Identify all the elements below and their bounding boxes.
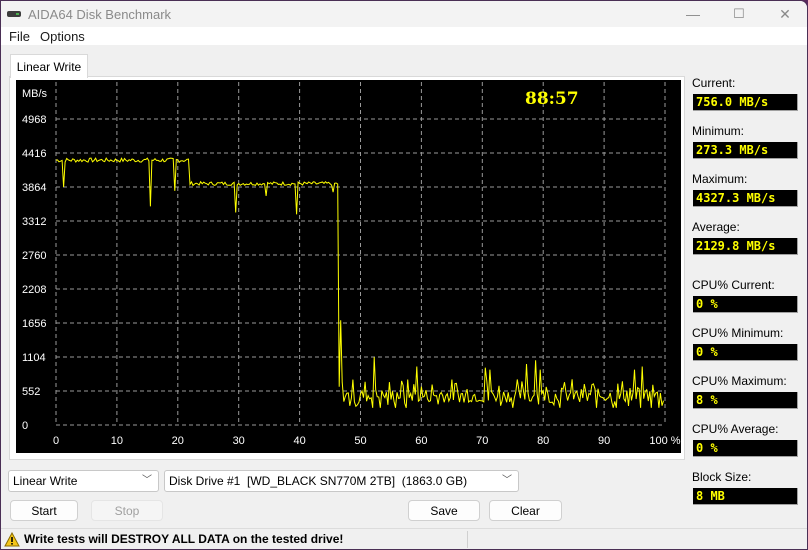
y-tick-label: 3864 — [22, 182, 46, 194]
x-tick-label: 90 — [598, 435, 610, 447]
save-button[interactable]: Save — [408, 500, 480, 521]
maximum-value: 4327.3 MB/s — [693, 190, 798, 207]
y-tick-label: 552 — [22, 386, 40, 398]
cpu-minimum-value: 0 % — [693, 344, 798, 361]
cpu-current-value: 0 % — [693, 296, 798, 313]
x-tick-label: 100 % — [649, 435, 680, 447]
chevron-down-icon: ﹀ — [502, 475, 512, 486]
x-tick-label: 0 — [53, 435, 59, 447]
cpu-minimum-label: CPU% Minimum: — [692, 326, 784, 340]
y-tick-label: 0 — [22, 420, 28, 432]
x-tick-label: 40 — [293, 435, 305, 447]
menu-options[interactable]: Options — [40, 29, 85, 44]
maximize-button[interactable]: ☐ — [716, 1, 762, 27]
block-size-label: Block Size: — [692, 470, 752, 484]
cpu-average-value: 0 % — [693, 440, 798, 457]
tab-linear-write[interactable]: Linear Write — [10, 54, 88, 78]
minimum-label: Minimum: — [692, 124, 745, 138]
status-message: Write tests will DESTROY ALL DATA on the… — [24, 532, 344, 546]
app-window: AIDA64 Disk Benchmark — ☐ ✕ File Options… — [0, 0, 808, 550]
drive-value: Disk Drive #1 [WD_BLACK SN770M 2TB] (186… — [169, 474, 468, 488]
menu-bar: File Options — [1, 27, 807, 45]
drive-select[interactable]: Disk Drive #1 [WD_BLACK SN770M 2TB] (186… — [164, 470, 519, 492]
current-value: 756.0 MB/s — [693, 94, 798, 111]
chevron-down-icon: ﹀ — [142, 475, 152, 486]
x-tick-label: 70 — [476, 435, 488, 447]
y-tick-label: 3312 — [22, 216, 46, 228]
cpu-average-label: CPU% Average: — [692, 422, 779, 436]
average-value: 2129.8 MB/s — [693, 238, 798, 255]
warning-icon — [4, 532, 20, 547]
cpu-current-label: CPU% Current: — [692, 278, 775, 292]
x-tick-label: 80 — [537, 435, 549, 447]
test-type-value: Linear Write — [13, 474, 78, 488]
status-bar: Write tests will DESTROY ALL DATA on the… — [1, 528, 807, 549]
minimum-value: 273.3 MB/s — [693, 142, 798, 159]
minimize-button[interactable]: — — [670, 1, 716, 27]
x-tick-label: 20 — [172, 435, 184, 447]
start-button[interactable]: Start — [10, 500, 78, 521]
chart-svg: 0 552 1104 1656 2208 2760 3312 3864 4416 4968 0 10 2… — [22, 82, 681, 447]
x-tick-label: 30 — [233, 435, 245, 447]
y-tick-label: 1656 — [22, 318, 46, 330]
y-tick-label: 2208 — [22, 284, 46, 296]
clear-button[interactable]: Clear — [489, 500, 562, 521]
window-title: AIDA64 Disk Benchmark — [28, 7, 172, 22]
stop-button[interactable]: Stop — [91, 500, 163, 521]
status-separator — [467, 531, 468, 548]
test-type-select[interactable]: Linear Write ﹀ — [8, 470, 159, 492]
current-label: Current: — [692, 76, 736, 90]
disk-drive-icon — [7, 11, 21, 17]
x-tick-label: 10 — [111, 435, 123, 447]
y-tick-label: 4968 — [22, 114, 46, 126]
elapsed-timer: 88:57 — [525, 89, 579, 109]
average-label: Average: — [692, 220, 740, 234]
y-tick-label: 1104 — [22, 352, 46, 364]
block-size-value: 8 MB — [693, 488, 798, 505]
trace-layer — [55, 157, 664, 408]
grid-layer — [55, 82, 666, 426]
menu-file[interactable]: File — [9, 29, 30, 44]
x-tick-label: 60 — [415, 435, 427, 447]
cpu-maximum-value: 8 % — [693, 392, 798, 409]
write-speed-line — [55, 157, 664, 408]
close-button[interactable]: ✕ — [762, 1, 807, 27]
x-tick-label: 50 — [354, 435, 366, 447]
maximum-label: Maximum: — [692, 172, 748, 186]
cpu-maximum-label: CPU% Maximum: — [692, 374, 787, 388]
y-tick-label: 2760 — [22, 250, 46, 262]
y-axis-label: MB/s — [22, 88, 48, 100]
y-tick-label: 4416 — [22, 148, 46, 160]
benchmark-chart: 0 552 1104 1656 2208 2760 3312 3864 4416 4968 0 10 2… — [16, 80, 681, 453]
title-bar: AIDA64 Disk Benchmark — ☐ ✕ — [1, 1, 807, 27]
